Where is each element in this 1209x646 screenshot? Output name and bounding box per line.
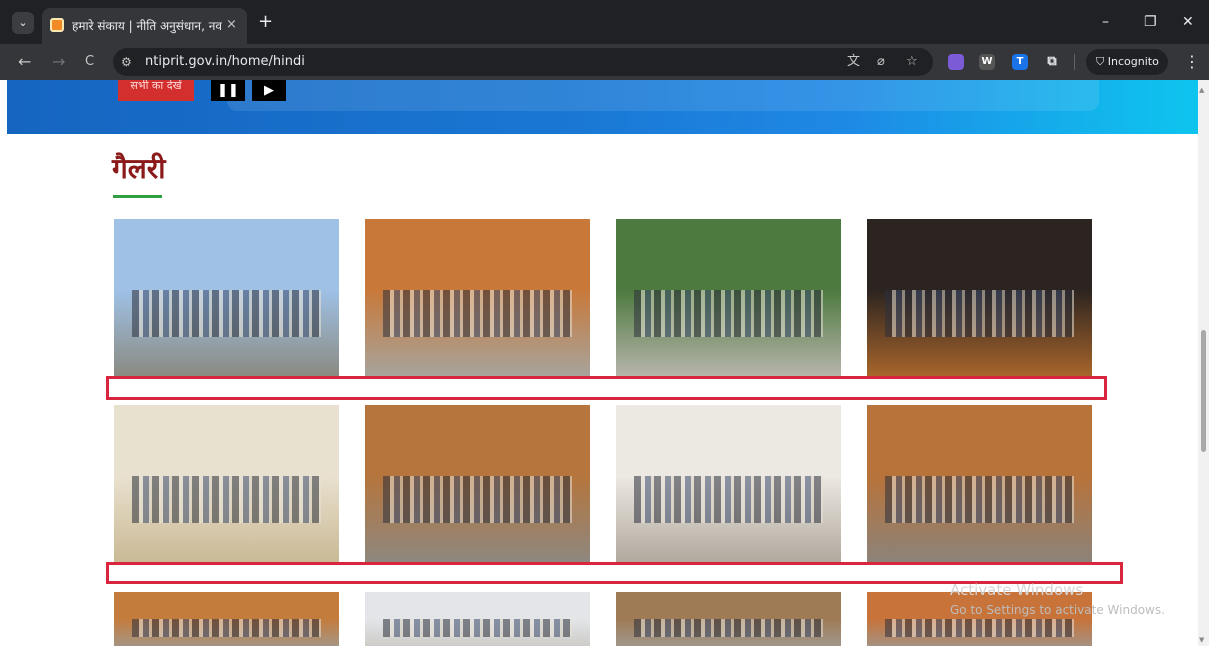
photo-people-band [383,290,572,338]
back-button[interactable]: ← [18,51,31,73]
gallery-photo-indoor-group[interactable] [365,592,590,646]
maximize-button[interactable]: ❐ [1144,12,1157,32]
incognito-badge[interactable]: ⛉ Incognito [1086,49,1168,75]
page-viewport: सभी का देखें ❚❚ ▶ गैलरी Activate Windows… [0,80,1209,646]
minimize-button[interactable]: – [1102,12,1109,32]
eye-off-icon[interactable]: ⌀ [877,53,885,71]
highlight-box-row-1 [106,376,1107,400]
gallery-photo-hall-group[interactable] [616,405,841,563]
page-scrollbar[interactable]: ▲ ▼ [1198,80,1209,646]
activate-windows-title: Activate Windows [950,581,1084,599]
photo-people-band [634,619,823,637]
address-bar[interactable]: ⚙ ntiprit.gov.in/home/hindi 文 ⌀ ☆ [113,48,933,76]
site-info-icon[interactable]: ⚙ [121,53,132,71]
photo-people-band [885,619,1074,637]
activate-windows-subtitle: Go to Settings to activate Windows. [950,603,1165,617]
photo-people-band [132,476,321,524]
hero-banner: सभी का देखें ❚❚ ▶ [7,80,1198,134]
extensions-icon[interactable]: ⧉ [1044,54,1060,70]
gallery-photo-courtyard-group[interactable] [616,219,841,377]
tab-title: हमारे संकाय | नीति अनुसंधान, नवाचा [72,19,222,33]
extension-w-icon[interactable]: W [979,54,995,70]
gallery-photo-building[interactable] [114,219,339,377]
photo-people-band [383,619,572,637]
view-all-button[interactable]: सभी का देखें [118,80,194,101]
pause-button[interactable]: ❚❚ [211,80,245,101]
browser-tab-strip: ⌄ हमारे संकाय | नीति अनुसंधान, नवाचा × +… [0,0,1209,44]
gallery-photo-welcome-group[interactable] [365,219,590,377]
scroll-thumb[interactable] [1201,330,1206,452]
scroll-down-arrow[interactable]: ▼ [1199,636,1204,644]
extension-t-icon[interactable]: T [1012,54,1028,70]
forward-button[interactable]: → [52,51,65,73]
scroll-up-arrow[interactable]: ▲ [1199,86,1204,94]
bookmark-star-icon[interactable]: ☆ [906,53,918,71]
gallery-photo-carpet-group[interactable] [867,405,1092,563]
incognito-label: Incognito [1107,55,1159,68]
close-window-button[interactable]: ✕ [1182,12,1194,32]
browser-menu-button[interactable]: ⋮ [1184,51,1200,73]
gallery-heading: गैलरी [112,152,166,185]
reload-button[interactable]: C [85,51,94,73]
gallery-photo-steps-group[interactable] [365,405,590,563]
photo-people-band [132,290,321,338]
hero-panel [227,80,1099,111]
extension-puzzle-purple-icon[interactable] [948,54,964,70]
photo-people-band [383,476,572,524]
gallery-photo-stage-group[interactable] [867,219,1092,377]
gallery-photo-courtyard-2[interactable] [616,592,841,646]
gallery-photo-pattern-wall[interactable] [867,592,1092,646]
gallery-photo-building-2[interactable] [114,592,339,646]
gallery-photo-award-ceremony[interactable] [114,405,339,563]
heading-underline [113,195,162,198]
photo-people-band [634,290,823,338]
translate-icon[interactable]: 文 [847,53,860,71]
new-tab-button[interactable]: + [258,11,273,33]
incognito-icon: ⛉ [1096,55,1105,68]
photo-people-band [132,619,321,637]
photo-people-band [885,476,1074,524]
tab-search-button[interactable]: ⌄ [12,12,34,34]
browser-toolbar: ← → C ⚙ ntiprit.gov.in/home/hindi 文 ⌀ ☆ … [0,44,1209,80]
active-tab[interactable]: हमारे संकाय | नीति अनुसंधान, नवाचा × [42,8,247,44]
url-text[interactable]: ntiprit.gov.in/home/hindi [145,53,305,71]
tab-close-icon[interactable]: × [226,16,237,34]
toolbar-divider [1074,54,1075,70]
photo-people-band [634,476,823,524]
play-button[interactable]: ▶ [252,80,286,101]
favicon-icon [50,18,64,32]
photo-people-band [885,290,1074,338]
